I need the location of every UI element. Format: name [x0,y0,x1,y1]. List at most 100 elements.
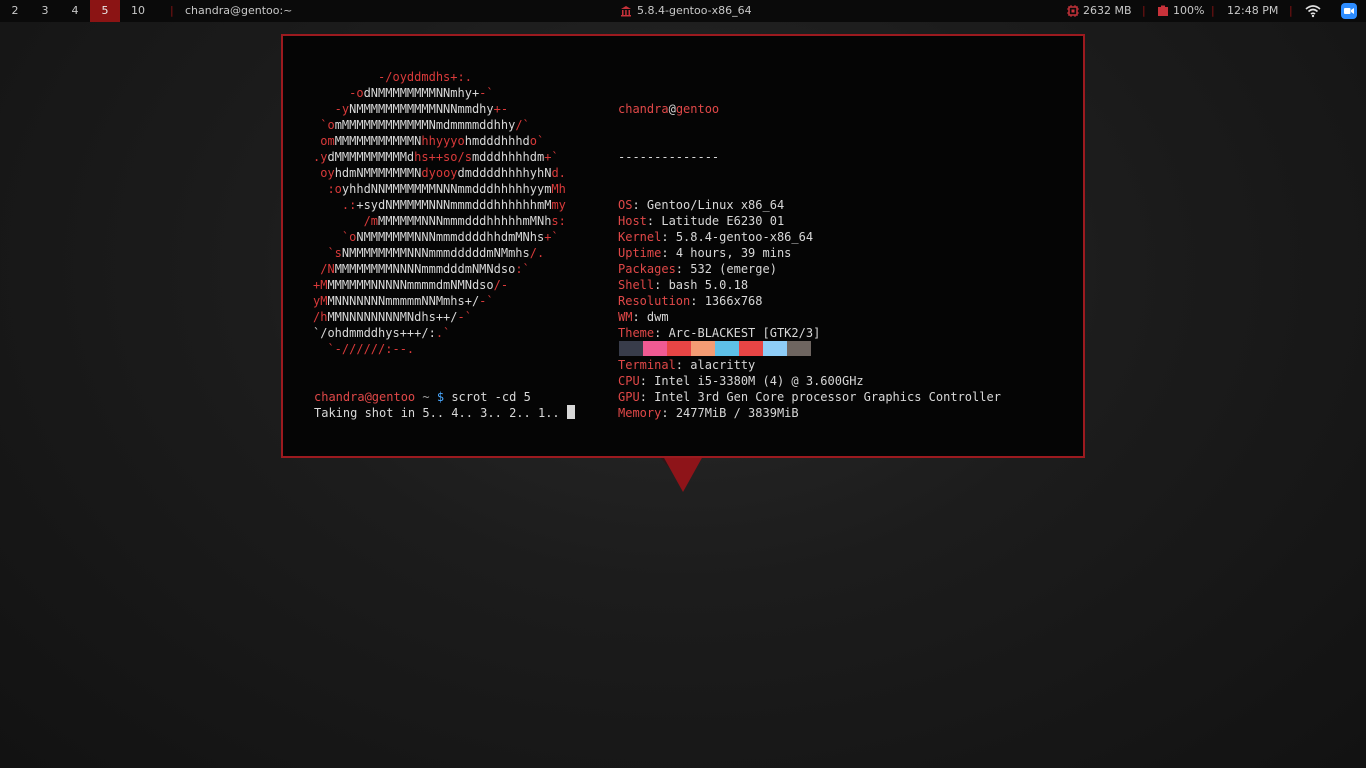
ascii-segment: -` [479,86,494,100]
ascii-line: -odNMMMMMMMMNNmhy+-` [313,85,566,101]
ascii-segment: MMNNNNNNNNMNdhs++/ [327,310,458,324]
battery-level: 100% [1173,4,1205,17]
ascii-line: `oNMMMMMMMNNNmmmddddhhdmMNhs+` [313,229,566,245]
window-title: chandra@gentoo:~ [185,4,293,17]
fetch-field-key: Kernel [618,230,662,244]
tag-5-active[interactable]: 5 [90,0,120,22]
ascii-segment: hdmNMMMMMMMN [334,166,422,180]
fetch-field-kernel: Kernel: 5.8.4-gentoo-x86_64 [618,229,1001,245]
ascii-segment: dmddddhhhhyhN [457,166,552,180]
fetch-field-colon: : [661,246,676,260]
fetch-field-shell: Shell: bash 5.0.18 [618,277,1001,293]
status-bar: 2 3 4 5 10 | chandra@gentoo:~ 5.8.4-gent… [0,0,1366,22]
ascii-line: `/ohdmmddhys+++/:.` [313,325,566,341]
ascii-line: `-//////:--. [313,341,566,357]
ascii-segment: `-//////:--. [313,342,415,356]
palette-swatch-1 [643,341,667,356]
memory-usage: 2632 MB [1083,4,1132,17]
tag-10[interactable]: 10 [123,0,153,22]
fetch-field-colon: : [661,406,676,420]
battery-icon [1158,5,1168,16]
fetch-host: gentoo [675,102,720,116]
fetch-field-wm: WM: dwm [618,309,1001,325]
ascii-segment: Mh [551,182,566,196]
fetch-field-value: 4 hours, 39 mins [675,246,792,260]
ascii-line: oyhdmNMMMMMMMNdyooydmddddhhhhyhNd. [313,165,566,181]
palette-swatch-6 [763,341,787,356]
fetch-field-key: OS [618,198,633,212]
ascii-segment: NMMMMMMMNNNmmmddddhhdmMNhs [356,230,545,244]
wallpaper-logo-tip [663,456,703,492]
fetch-field-value: dwm [646,310,669,324]
ascii-segment: dyooy [421,166,458,180]
ascii-segment: /- [493,278,509,292]
fetch-field-colon: : [639,390,655,404]
fetch-field-key: Resolution [618,294,691,308]
ascii-segment: /N [313,262,335,276]
ascii-segment: .y [313,150,328,164]
tag-3[interactable]: 3 [30,0,60,22]
fetch-field-colon: : [632,310,647,324]
fetch-field-colon: : [632,198,647,212]
fetch-field-key: Memory [618,406,662,420]
fetch-field-key: CPU [618,374,640,388]
ascii-segment: yM [313,294,328,308]
prompt-path: ~ [422,390,430,404]
ascii-segment: MMMMMMMMMMMN [334,134,422,148]
command-output: Taking shot in 5.. 4.. 3.. 2.. 1.. [314,406,567,420]
tag-4[interactable]: 4 [60,0,90,22]
ascii-segment: NMMMMMMMMMMMNNNmmdhy [349,102,494,116]
ascii-segment: /m [313,214,379,228]
shell-prompt-line: chandra@gentoo ~ $ scrot -cd 5 [314,389,531,405]
clock: 12:48 PM [1227,4,1279,17]
tag-2[interactable]: 2 [0,0,30,22]
ascii-line: .ydMMMMMMMMMMdhs++so/smdddhhhhdm+` [313,149,566,165]
ascii-segment: oy [313,166,335,180]
fetch-field-value: 5.8.4-gentoo-x86_64 [675,230,814,244]
fetch-field-value: Gentoo/Linux x86_64 [646,198,785,212]
ascii-segment: NMMMMMMMMNNNmmmdddddmNMmhs [341,246,530,260]
ascii-line: +MMMMMMMNNNNNmmmmdmNMNdso/- [313,277,566,293]
ascii-segment: :o [313,182,342,196]
fetch-field-colon: : [675,262,691,276]
ascii-segment: /. [529,246,545,260]
fetch-field-colon: : [646,214,662,228]
color-palette [619,341,811,356]
ascii-line: `omMMMMMMMMMMMMNmdmmmmddhhy/` [313,117,566,133]
ascii-segment: -/oyddmdhs+:. [313,70,472,84]
wifi-icon[interactable] [1305,4,1321,18]
palette-swatch-3 [691,341,715,356]
ascii-segment: :` [515,262,530,276]
fetch-field-colon: : [654,326,669,340]
ascii-line: /NMMMMMMMMNNNNmmmdddmNMNdso:` [313,261,566,277]
neofetch-info: chandra@gentoo -------------- OS: Gentoo… [618,69,1001,453]
terminal-cursor [566,405,575,419]
fetch-field-value: alacritty [690,358,756,372]
fetch-field-key: Theme [618,326,655,340]
ascii-segment: hs++so/s [414,150,472,164]
fetch-field-value: Arc-BLACKEST [GTK2/3] [668,326,821,340]
fetch-title: chandra@gentoo [618,101,1001,117]
fetch-field-os: OS: Gentoo/Linux x86_64 [618,197,1001,213]
ascii-segment: -o [313,86,364,100]
fetch-field-host: Host: Latitude E6230 01 [618,213,1001,229]
ascii-line: /hMMNNNNNNNNMNdhs++/-` [313,309,566,325]
fetch-user: chandra [618,102,669,116]
fetch-field-cpu: CPU: Intel i5-3380M (4) @ 3.600GHz [618,373,1001,389]
fetch-field-value: 2477MiB / 3839MiB [675,406,799,420]
ascii-line: yMMNNNNNNNmmmmmNNMmhs+/-` [313,293,566,309]
fetch-field-value: bash 5.0.18 [668,278,749,292]
prompt-user-host: chandra@gentoo [314,390,416,404]
ascii-line: .:+sydNMMMMMNNNmmmdddhhhhhhmMmy [313,197,566,213]
ascii-line: /mMMMMMMNNNmmmdddhhhhhmMNhs: [313,213,566,229]
ascii-segment: +` [544,150,559,164]
terminal-window[interactable]: -/oyddmdhs+:. -odNMMMMMMMMNNmhy+-` -yNMM… [281,34,1085,458]
prompt-command: scrot -cd 5 [451,390,531,404]
ascii-segment: `o [313,118,335,132]
zoom-camera-icon[interactable] [1341,3,1357,19]
ascii-segment: MMMMMMNNNNNmmmmdmNMNdso [327,278,494,292]
fetch-field-value: Intel 3rd Gen Core processor Graphics Co… [654,390,1001,404]
ascii-segment: om [313,134,335,148]
ascii-segment: +` [544,230,559,244]
ascii-segment: -y [313,102,350,116]
